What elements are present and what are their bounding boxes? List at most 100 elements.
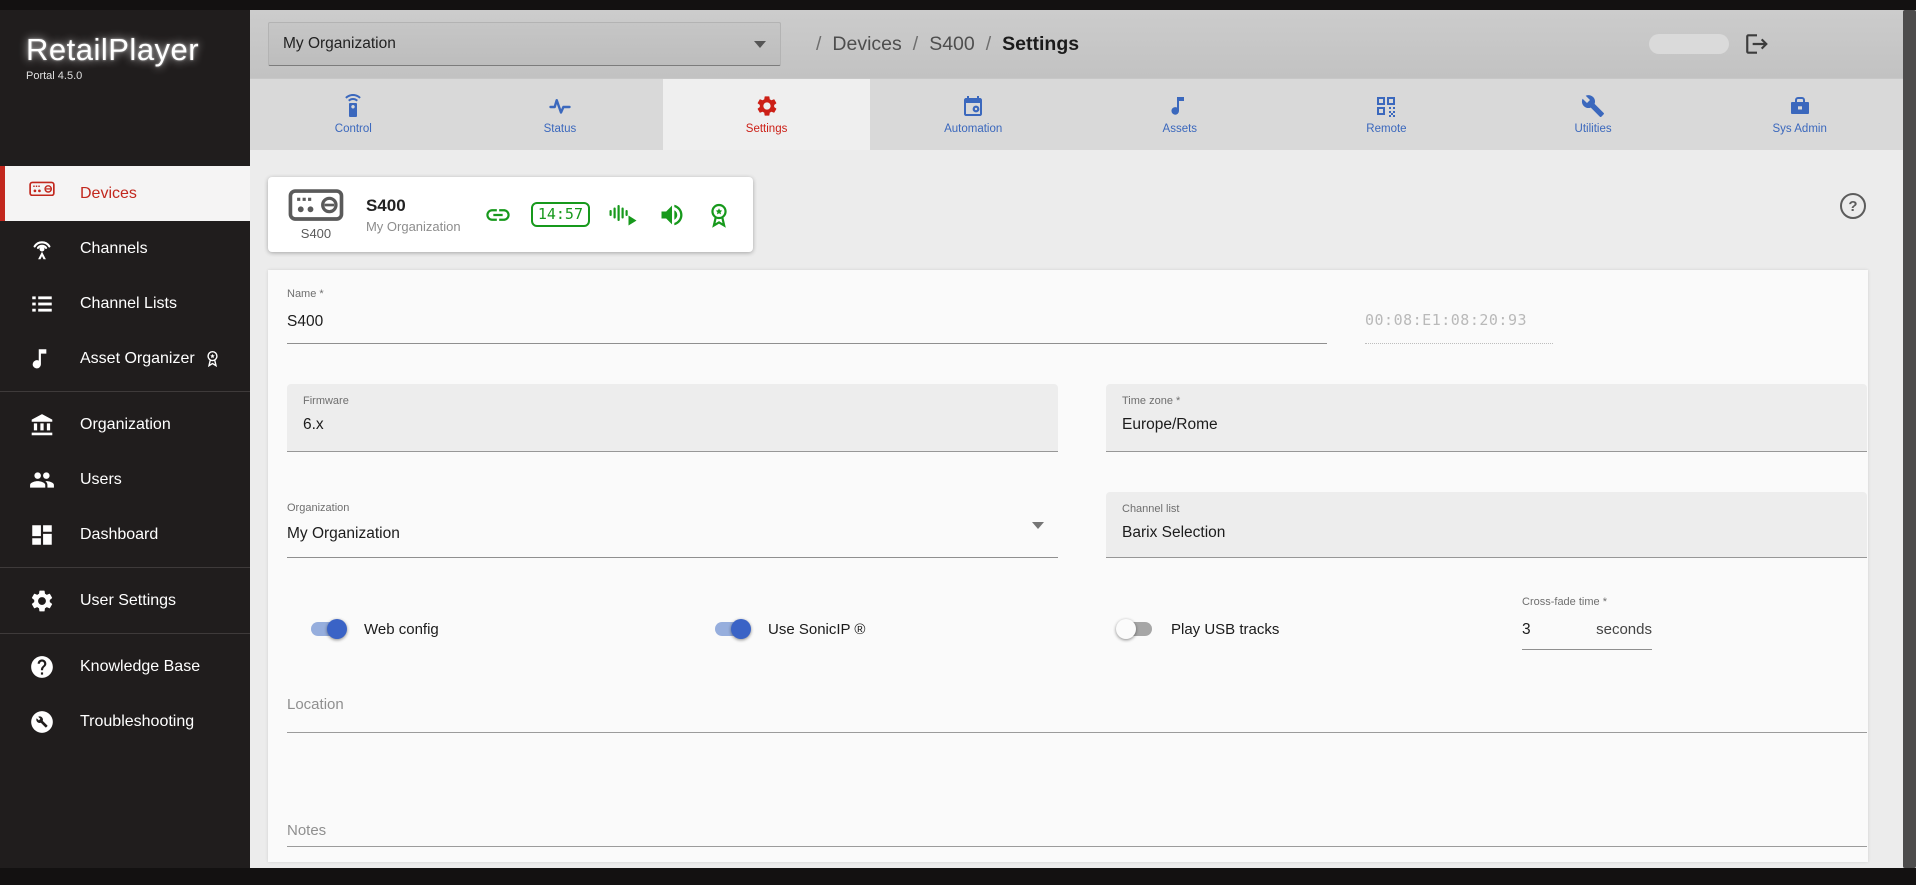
tab-label: Utilities <box>1574 123 1612 135</box>
toolbox-icon <box>1788 94 1812 118</box>
breadcrumb-device-s400[interactable]: S400 <box>929 33 975 56</box>
sidebar-item-devices[interactable]: Devices <box>0 166 250 221</box>
help-icon[interactable]: ? <box>1840 193 1866 219</box>
logout-icon[interactable] <box>1744 31 1770 57</box>
web-config-toggle-row: Web config <box>309 617 439 641</box>
qr-code-icon <box>1374 94 1398 118</box>
timezone-label: Time zone * <box>1122 395 1181 407</box>
broadcast-icon <box>29 236 55 262</box>
sidebar-item-organization[interactable]: Organization <box>0 397 250 452</box>
award-badge-icon <box>203 349 222 368</box>
device-info: S400 My Organization <box>366 196 484 234</box>
crossfade-field[interactable]: Cross-fade time * 3 seconds <box>1522 596 1652 650</box>
usb-tracks-toggle-row: Play USB tracks <box>1116 617 1279 641</box>
tab-label: Assets <box>1162 123 1198 135</box>
sidebar-item-label: Dashboard <box>80 525 159 543</box>
location-field[interactable]: Location <box>287 696 1867 733</box>
tab-sys-admin[interactable]: Sys Admin <box>1696 79 1903 150</box>
name-label: Name * <box>287 288 324 300</box>
calendar-gear-icon <box>961 94 985 118</box>
sidebar-divider <box>0 391 250 392</box>
sidebar-item-label: Asset Organizer <box>80 349 195 367</box>
notes-field[interactable]: Notes <box>287 822 1867 847</box>
tab-remote[interactable]: Remote <box>1283 79 1490 150</box>
breadcrumb-separator: / <box>816 32 822 55</box>
header-bar: My Organization / Devices / S400 / Setti… <box>250 10 1903 78</box>
timezone-field[interactable]: Time zone * Europe/Rome <box>1106 384 1867 452</box>
device-settings-form: Name * S400 00:08:E1:08:20:93 Firmware 6… <box>268 270 1868 862</box>
crossfade-label: Cross-fade time * <box>1522 596 1607 608</box>
organization-dropdown[interactable]: Organization My Organization <box>287 492 1058 558</box>
bank-icon <box>29 412 55 438</box>
tab-control[interactable]: Control <box>250 79 457 150</box>
player-icon <box>29 181 55 207</box>
organization-select[interactable]: My Organization <box>268 22 781 66</box>
tab-assets[interactable]: Assets <box>1077 79 1284 150</box>
music-note-icon <box>1168 94 1192 118</box>
tab-label: Settings <box>745 123 788 135</box>
sidebar-item-dashboard[interactable]: Dashboard <box>0 507 250 562</box>
sonicip-toggle-row: Use SonicIP ® <box>713 617 866 641</box>
sidebar-item-troubleshooting[interactable]: Troubleshooting <box>0 694 250 749</box>
sidebar-item-asset-organizer[interactable]: Asset Organizer <box>0 331 250 386</box>
device-status-icons: 14:57 <box>484 201 733 229</box>
sidebar-item-knowledge-base[interactable]: Knowledge Base <box>0 639 250 694</box>
sidebar-item-users[interactable]: Users <box>0 452 250 507</box>
brand-name: RetailPlayer <box>26 32 200 67</box>
sidebar-item-channel-lists[interactable]: Channel Lists <box>0 276 250 331</box>
gear-icon <box>29 588 55 614</box>
mac-address-field: 00:08:E1:08:20:93 <box>1365 306 1553 344</box>
organization-select-value: My Organization <box>283 35 396 52</box>
device-summary-card: S400 S400 My Organization 14:57 <box>268 177 753 252</box>
firmware-value: 6.x <box>303 416 324 433</box>
tab-utilities[interactable]: Utilities <box>1490 79 1697 150</box>
brand-logo: RetailPlayer Portal 4.5.0 <box>0 10 250 156</box>
device-model-caption: S400 <box>300 225 332 241</box>
device-tabbar: Control Status Settings Automation Asset… <box>250 78 1903 150</box>
player-icon <box>288 188 344 222</box>
top-window-strip <box>0 0 1916 10</box>
gear-icon <box>755 94 779 118</box>
usb-tracks-toggle[interactable] <box>1116 619 1154 639</box>
device-organization: My Organization <box>365 218 461 234</box>
name-field[interactable]: Name * S400 <box>287 288 1327 344</box>
user-name-pill[interactable] <box>1649 34 1729 54</box>
tab-status[interactable]: Status <box>457 79 664 150</box>
scrollbar-thumb[interactable] <box>1903 10 1916 868</box>
tab-automation[interactable]: Automation <box>870 79 1077 150</box>
award-badge-icon <box>705 201 733 229</box>
sidebar-item-user-settings[interactable]: User Settings <box>0 573 250 628</box>
sidebar-item-channels[interactable]: Channels <box>0 221 250 276</box>
settings-content: S400 S400 My Organization 14:57 ? Name *… <box>250 150 1903 868</box>
channel-list-field[interactable]: Channel list Barix Selection <box>1106 492 1867 558</box>
dashboard-icon <box>29 522 55 548</box>
sidebar-item-label: User Settings <box>80 591 177 609</box>
bottom-window-strip <box>0 868 1916 885</box>
usb-tracks-label: Play USB tracks <box>1171 620 1280 638</box>
tab-label: Control <box>334 123 372 135</box>
name-value: S400 <box>287 313 324 330</box>
wrench-circle-icon <box>29 709 55 735</box>
page-scrollbar[interactable] <box>1903 10 1916 868</box>
sidebar-item-label: Organization <box>80 415 171 433</box>
breadcrumb-devices[interactable]: Devices <box>832 33 901 56</box>
chevron-down-icon <box>1032 522 1044 529</box>
tab-settings[interactable]: Settings <box>663 79 870 150</box>
organization-label: Organization <box>287 502 350 514</box>
breadcrumb-settings: Settings <box>1002 32 1080 55</box>
firmware-label: Firmware <box>303 395 349 407</box>
list-icon <box>29 291 55 317</box>
tab-label: Status <box>543 123 577 135</box>
sonicip-toggle[interactable] <box>713 619 751 639</box>
organization-value: My Organization <box>287 525 400 542</box>
crossfade-suffix: seconds <box>1596 621 1652 638</box>
toggle-knob <box>327 619 347 639</box>
sidebar-item-label: Knowledge Base <box>80 657 201 675</box>
breadcrumb-separator: / <box>985 32 992 55</box>
web-config-toggle[interactable] <box>309 619 347 639</box>
wrench-icon <box>1581 94 1605 118</box>
toggle-knob <box>731 619 751 639</box>
timezone-value: Europe/Rome <box>1122 416 1218 433</box>
sonicip-label: Use SonicIP ® <box>768 620 866 638</box>
speaker-icon <box>658 201 686 229</box>
